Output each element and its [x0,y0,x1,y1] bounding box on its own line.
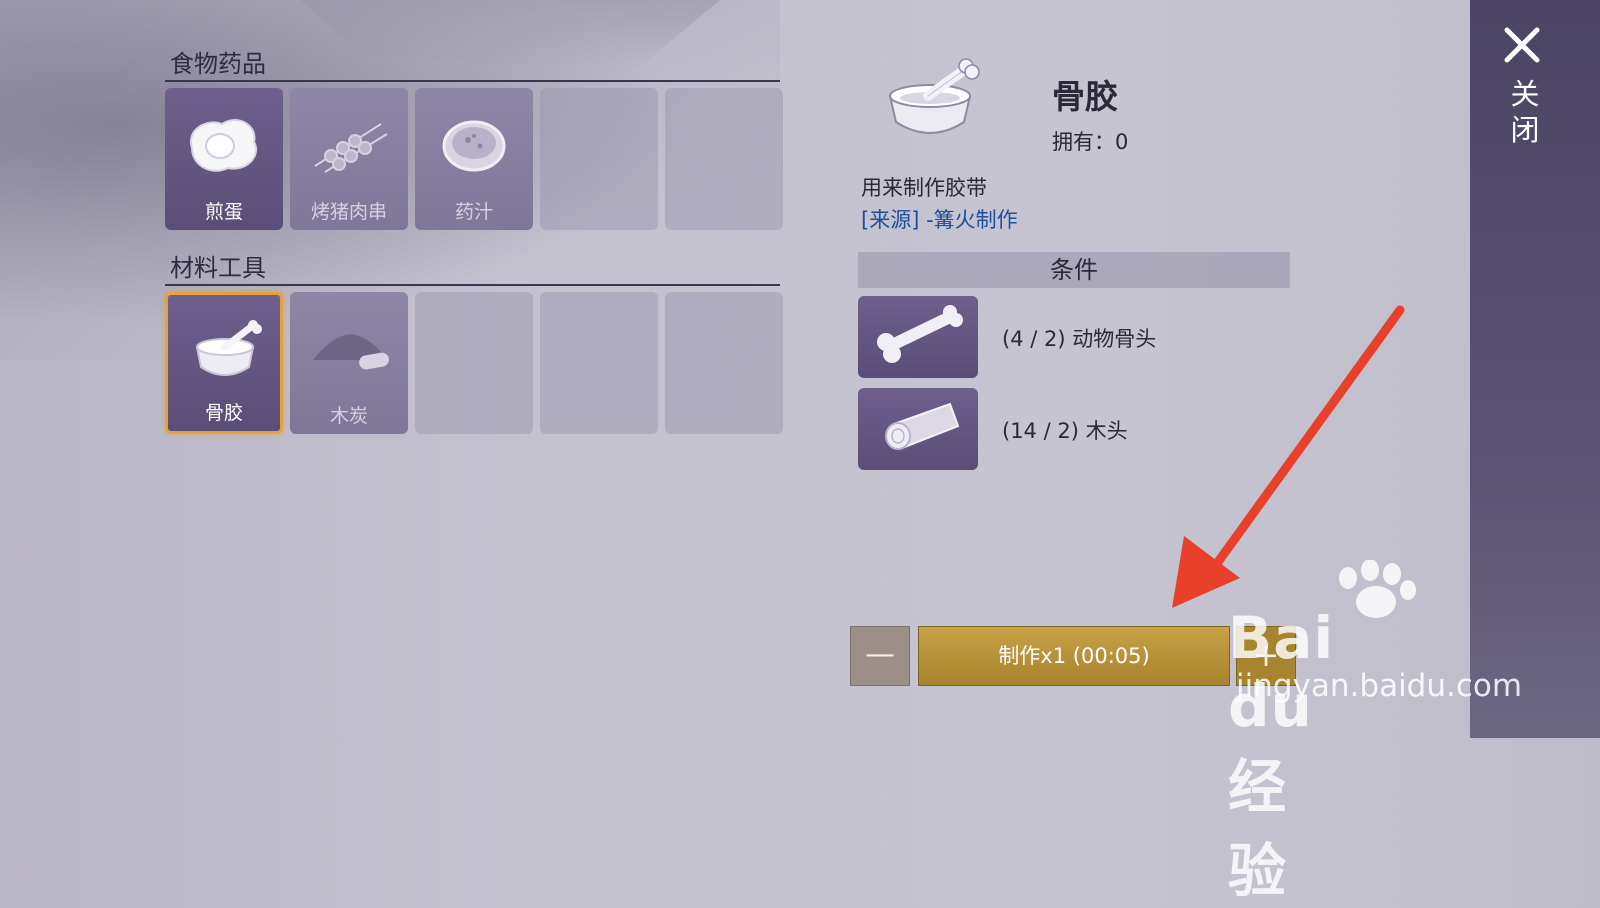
watermark-url: jingyan.baidu.com [1236,668,1523,704]
watermark-logo: Bai du 经验 [1228,604,1335,905]
paw-logo-icon [1339,560,1416,618]
annotation-arrow-icon [1172,305,1405,608]
